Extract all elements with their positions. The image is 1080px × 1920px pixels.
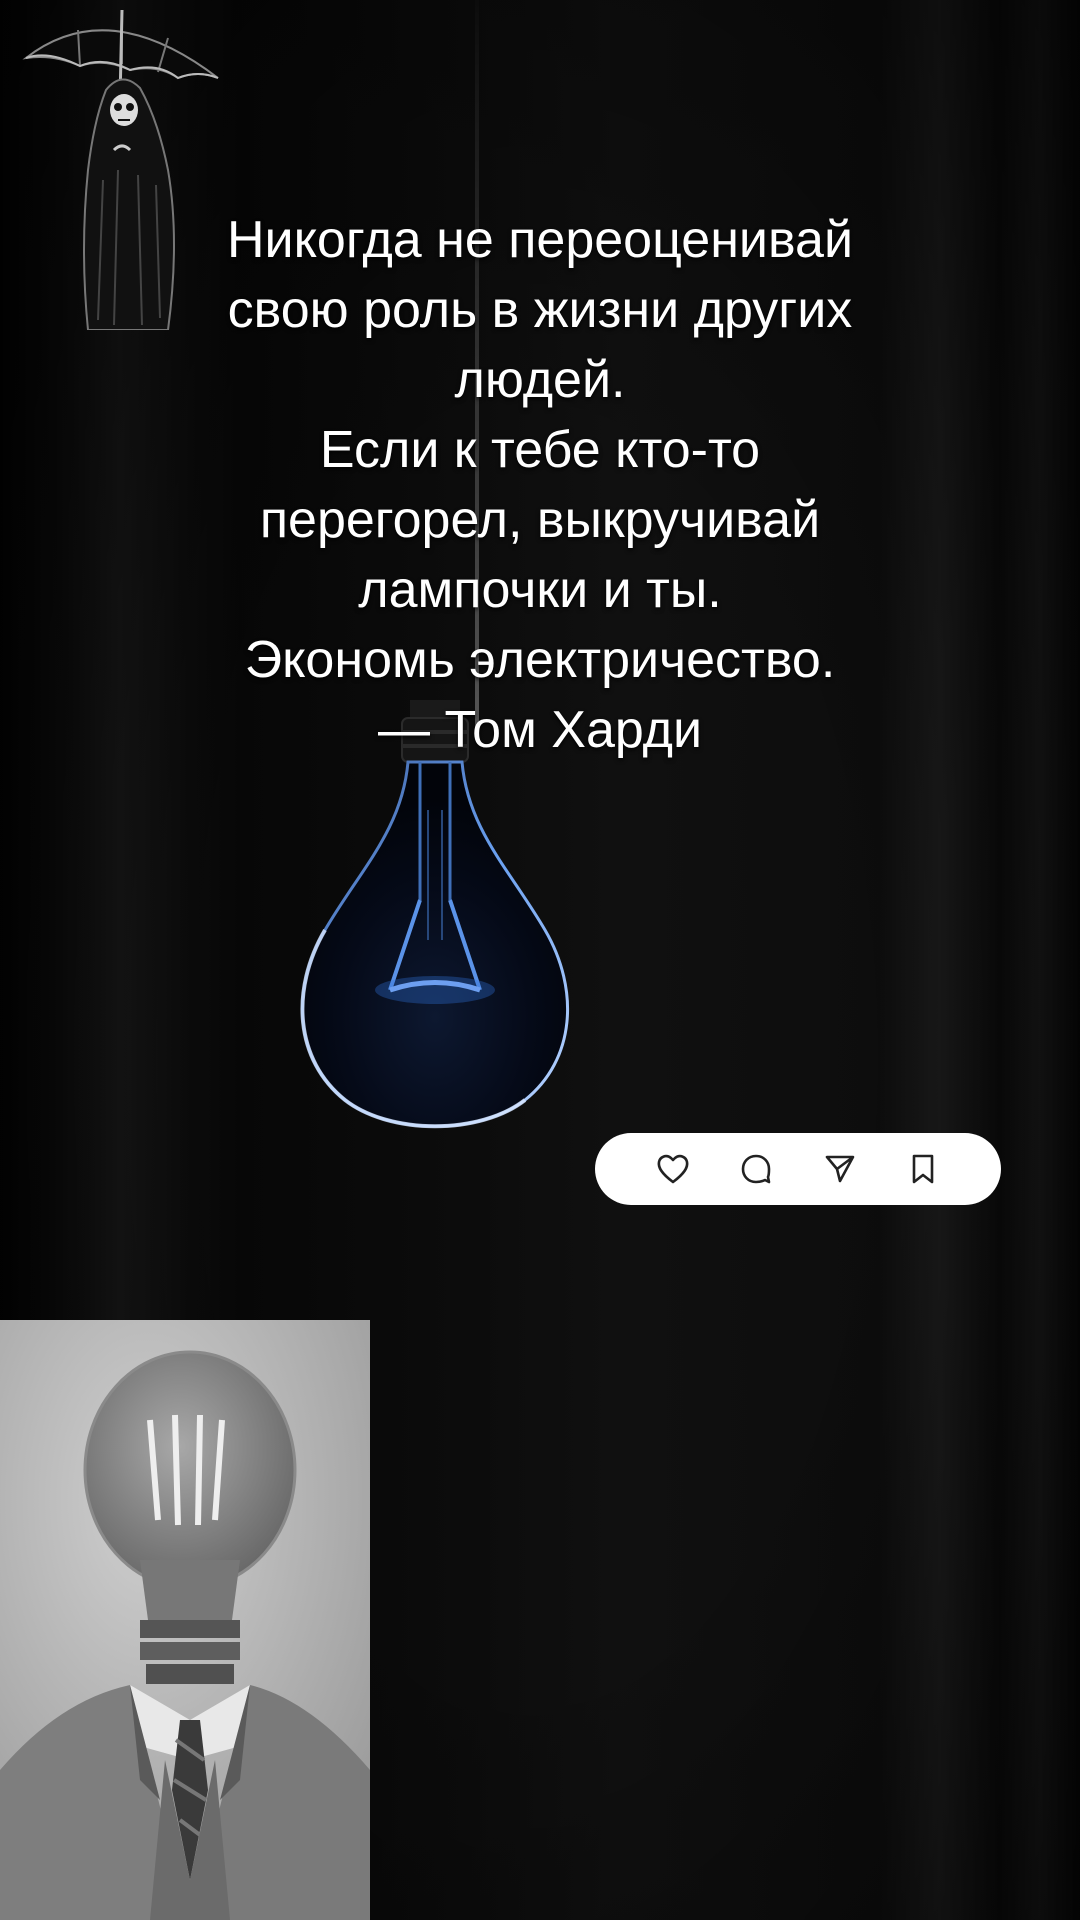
quote-line: перегорел, выкручивай [259, 491, 821, 549]
quote-line: Никогда не переоценивай [226, 211, 853, 269]
send-icon [825, 1155, 855, 1183]
share-button[interactable] [820, 1149, 860, 1189]
quote-line: людей. [454, 351, 626, 409]
post-action-bar [595, 1133, 1001, 1205]
quote-line: Если к тебе кто-то [319, 421, 761, 479]
save-button[interactable] [903, 1149, 943, 1189]
like-button[interactable] [653, 1149, 693, 1189]
quote-author: — Том Харди [378, 701, 702, 759]
comment-button[interactable] [736, 1149, 776, 1189]
quote-text: Никогда не переоценивай свою роль в жизн… [100, 205, 980, 765]
quote-line: свою роль в жизни других [227, 281, 853, 339]
bulb-head-man-photo [0, 1320, 370, 1920]
heart-icon [657, 1154, 689, 1184]
quote-line: Экономь электричество. [244, 631, 836, 689]
bookmark-icon [912, 1154, 934, 1184]
comment-icon [741, 1154, 771, 1184]
story-background: Никогда не переоценивай свою роль в жизн… [0, 0, 1080, 1920]
light-bulb-image [300, 700, 569, 1129]
quote-line: лампочки и ты. [358, 561, 722, 619]
